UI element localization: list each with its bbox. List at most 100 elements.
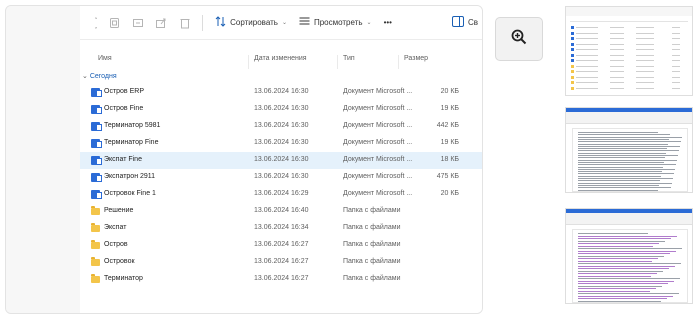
thumbnail-text-line: [578, 300, 661, 302]
thumbnail-text-line: [578, 136, 682, 138]
file-type: Папка с файлами: [343, 241, 401, 248]
word-document-icon: [91, 105, 102, 114]
explorer-content: Сортировать ⌄ Просмотреть ⌄ ••• Св Имя Д…: [80, 6, 482, 313]
file-size: 19 КБ: [440, 105, 459, 112]
thumbnail-text-line: [578, 280, 674, 282]
thumbnail-text-line: [578, 268, 669, 269]
thumbnail-explorer[interactable]: [565, 6, 693, 96]
file-type: Документ Microsoft ...: [343, 173, 413, 180]
file-list: Остров ERP 13.06.2024 16:30 Документ Micro…: [80, 84, 482, 288]
thumbnail-text-line: [578, 166, 663, 168]
thumbnail-text-line: [578, 152, 666, 154]
column-divider[interactable]: [248, 55, 249, 69]
word-document-icon: [91, 122, 102, 131]
zoom-button[interactable]: [495, 17, 543, 61]
copy-icon[interactable]: [103, 11, 126, 35]
thumbnail-text-line: [636, 71, 654, 72]
thumbnail-text-line: [576, 60, 598, 61]
sort-icon: [215, 15, 226, 30]
thumbnail-text-line: [610, 65, 624, 67]
thumbnail-text-line: [578, 157, 665, 159]
file-name: Терминатор: [104, 275, 143, 282]
thumbnail-text-line: [576, 54, 598, 56]
thumbnail-text-line: [578, 273, 657, 274]
more-button[interactable]: •••: [378, 11, 398, 35]
thumbnail-text-line: [636, 82, 654, 83]
thumbnail-text-line: [610, 43, 624, 45]
file-date: 13.06.2024 16:34: [254, 224, 309, 231]
group-header-today[interactable]: ⌄ Сегодня: [82, 72, 117, 80]
thumbnail-text-line: [672, 49, 680, 50]
header-name[interactable]: Имя: [98, 55, 112, 62]
file-row[interactable]: Экспат 13.06.2024 16:34 Папка с файлами: [80, 220, 482, 237]
thumbnail-ribbon: [566, 112, 692, 124]
column-divider[interactable]: [398, 55, 399, 69]
word-document-icon: [91, 139, 102, 148]
chevron-down-icon: ⌄: [281, 20, 287, 26]
thumbnail-text-line: [636, 43, 654, 45]
file-type: Документ Microsoft ...: [343, 190, 413, 197]
share-icon[interactable]: [150, 11, 173, 35]
file-row[interactable]: Экспатрон 2911 13.06.2024 16:30 Документ M…: [80, 169, 482, 186]
view-button[interactable]: Просмотреть ⌄: [293, 11, 378, 35]
file-row[interactable]: Остров ERP 13.06.2024 16:30 Документ Micro…: [80, 84, 482, 101]
folder-icon: [571, 70, 574, 73]
thumbnail-text-line: [578, 290, 650, 292]
file-name: Экспат Fine: [104, 156, 142, 163]
file-row[interactable]: Терминатор 13.06.2024 16:27 Папка с файлам…: [80, 271, 482, 288]
file-type: Папка с файлами: [343, 207, 401, 214]
thumbnail-text-line: [576, 65, 598, 67]
thumbnail-text-line: [578, 293, 679, 294]
thumbnail-text-line: [610, 49, 624, 50]
file-row[interactable]: Остров 13.06.2024 16:27 Папка с файлами: [80, 237, 482, 254]
file-row[interactable]: Решение 13.06.2024 16:40 Папка с файлами: [80, 203, 482, 220]
thumbnail-text-line: [578, 250, 676, 252]
paste-icon[interactable]: [80, 11, 103, 35]
thumbnail-text-line: [578, 255, 664, 257]
file-date: 13.06.2024 16:30: [254, 88, 309, 95]
file-name: Экспатрон 2911: [104, 173, 156, 180]
word-document-icon: [91, 173, 102, 182]
file-row[interactable]: Экспат Fine 13.06.2024 16:30 Документ Micr…: [80, 152, 482, 169]
folder-icon: [571, 64, 574, 68]
thumbnail-text-line: [610, 54, 624, 56]
word-document-icon: [571, 53, 574, 57]
column-divider[interactable]: [337, 55, 338, 69]
thumbnail-text-line: [578, 168, 675, 170]
file-row[interactable]: Островок 13.06.2024 16:27 Папка с файлами: [80, 254, 482, 271]
thumbnail-text-line: [672, 60, 680, 61]
thumbnail-text-line: [578, 184, 659, 186]
header-size[interactable]: Размер: [404, 55, 428, 62]
file-name: Решение: [104, 207, 134, 214]
thumbnail-text-line: [672, 71, 680, 72]
file-date: 13.06.2024 16:27: [254, 275, 309, 282]
folder-icon: [91, 257, 100, 266]
thumbnail-text-line: [578, 265, 675, 267]
rename-icon[interactable]: [126, 11, 149, 35]
column-headers: Имя Дата изменения Тип Размер: [80, 52, 482, 69]
nav-pane: [6, 6, 80, 313]
thumbnail-text-line: [636, 49, 654, 50]
file-row[interactable]: Терминатор Fine 13.06.2024 16:30 Документ …: [80, 135, 482, 152]
thumbnail-text-line: [578, 238, 671, 239]
thumbnail-text-line: [578, 182, 672, 184]
file-name: Терминатор 5981: [104, 122, 161, 129]
sort-button[interactable]: Сортировать ⌄: [209, 11, 293, 35]
thumbnail-document-2[interactable]: [565, 208, 693, 304]
file-row[interactable]: Терминатор 5981 13.06.2024 16:30 Документ …: [80, 118, 482, 135]
file-row[interactable]: Остров Fine 13.06.2024 16:30 Документ Micr…: [80, 101, 482, 118]
header-type[interactable]: Тип: [343, 55, 355, 62]
header-date[interactable]: Дата изменения: [254, 55, 307, 62]
thumbnail-header-line: [570, 21, 688, 22]
thumbnail-text-line: [576, 32, 598, 34]
thumbnail-text-line: [578, 263, 681, 264]
thumbnail-text-line: [578, 245, 653, 247]
thumbnail-document-1[interactable]: [565, 107, 693, 193]
thumbnail-text-line: [576, 38, 598, 39]
delete-icon[interactable]: [173, 11, 196, 35]
word-document-icon: [571, 42, 574, 46]
file-row[interactable]: Островок Fine 1 13.06.2024 16:29 Документ …: [80, 186, 482, 203]
word-document-icon: [91, 190, 102, 199]
folder-icon: [91, 223, 100, 232]
details-pane-button[interactable]: Св: [446, 11, 482, 35]
